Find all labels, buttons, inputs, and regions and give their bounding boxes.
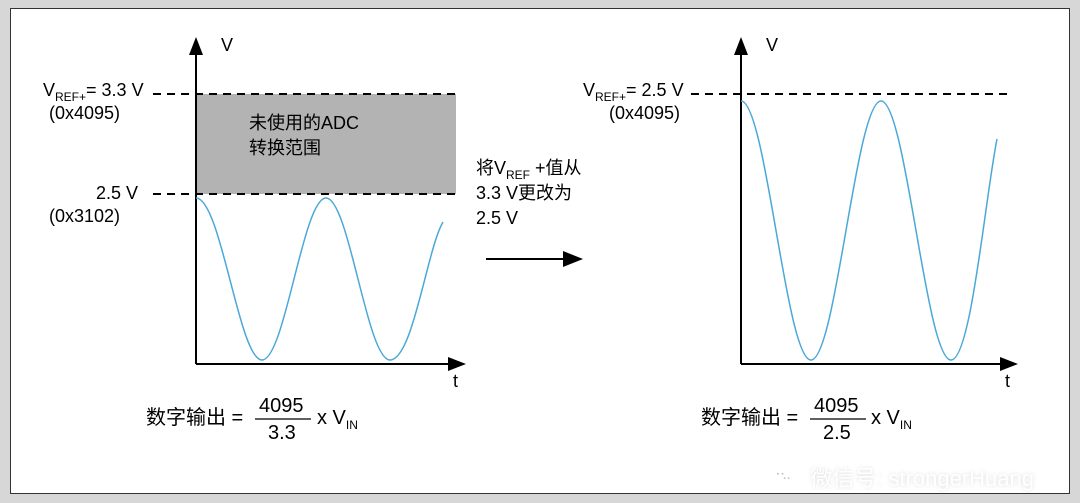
mid-line3: 2.5 V [476,208,518,228]
right-vref-hex: (0x4095) [609,103,680,123]
diagram-card: 未使用的ADC 转换范围 V t VREF+= 3.3 V (0x4095) 2… [10,8,1070,494]
right-waveform [741,101,997,360]
left-formula-den: 3.3 [268,422,296,444]
left-formula: 数字输出 = 4095 3.3 x VIN [146,395,358,444]
right-y-arrow [734,37,748,55]
right-x-label: t [1005,371,1010,391]
shade-label-2: 转换范围 [249,138,321,158]
mid-arrow-head [563,251,583,267]
left-25v-hex: (0x3102) [49,206,120,226]
left-x-label: t [453,371,458,391]
right-y-label: V [766,35,778,55]
left-chart: 未使用的ADC 转换范围 V t VREF+= 3.3 V (0x4095) 2… [43,35,466,444]
left-waveform [196,198,443,360]
right-x-arrow [1000,357,1018,371]
left-formula-num: 4095 [259,395,304,417]
right-vref-label: VREF+= 2.5 V [583,80,684,104]
left-vref-hex: (0x4095) [49,103,120,123]
right-formula-num: 4095 [814,395,859,417]
left-formula-tail: x VIN [317,407,358,432]
middle-block: 将VREF +值从 3.3 V更改为 2.5 V [476,158,583,267]
left-formula-lead: 数字输出 = [146,406,243,429]
shade-label-1: 未使用的ADC [249,113,359,133]
right-formula-den: 2.5 [823,422,851,444]
right-chart: V t VREF+= 2.5 V (0x4095) 数字输出 = 4095 2.… [583,35,1018,444]
right-formula-lead: 数字输出 = [701,406,798,429]
left-y-label: V [221,35,233,55]
left-25v-label: 2.5 V [96,183,138,203]
mid-line2: 3.3 V更改为 [476,183,572,203]
mid-line1: 将VREF +值从 [476,158,582,182]
left-vref-label: VREF+= 3.3 V [43,80,144,104]
right-formula: 数字输出 = 4095 2.5 x VIN [701,395,912,444]
left-y-arrow [189,37,203,55]
left-x-arrow [448,357,466,371]
right-formula-tail: x VIN [871,407,912,432]
unused-range-shade [196,94,456,194]
